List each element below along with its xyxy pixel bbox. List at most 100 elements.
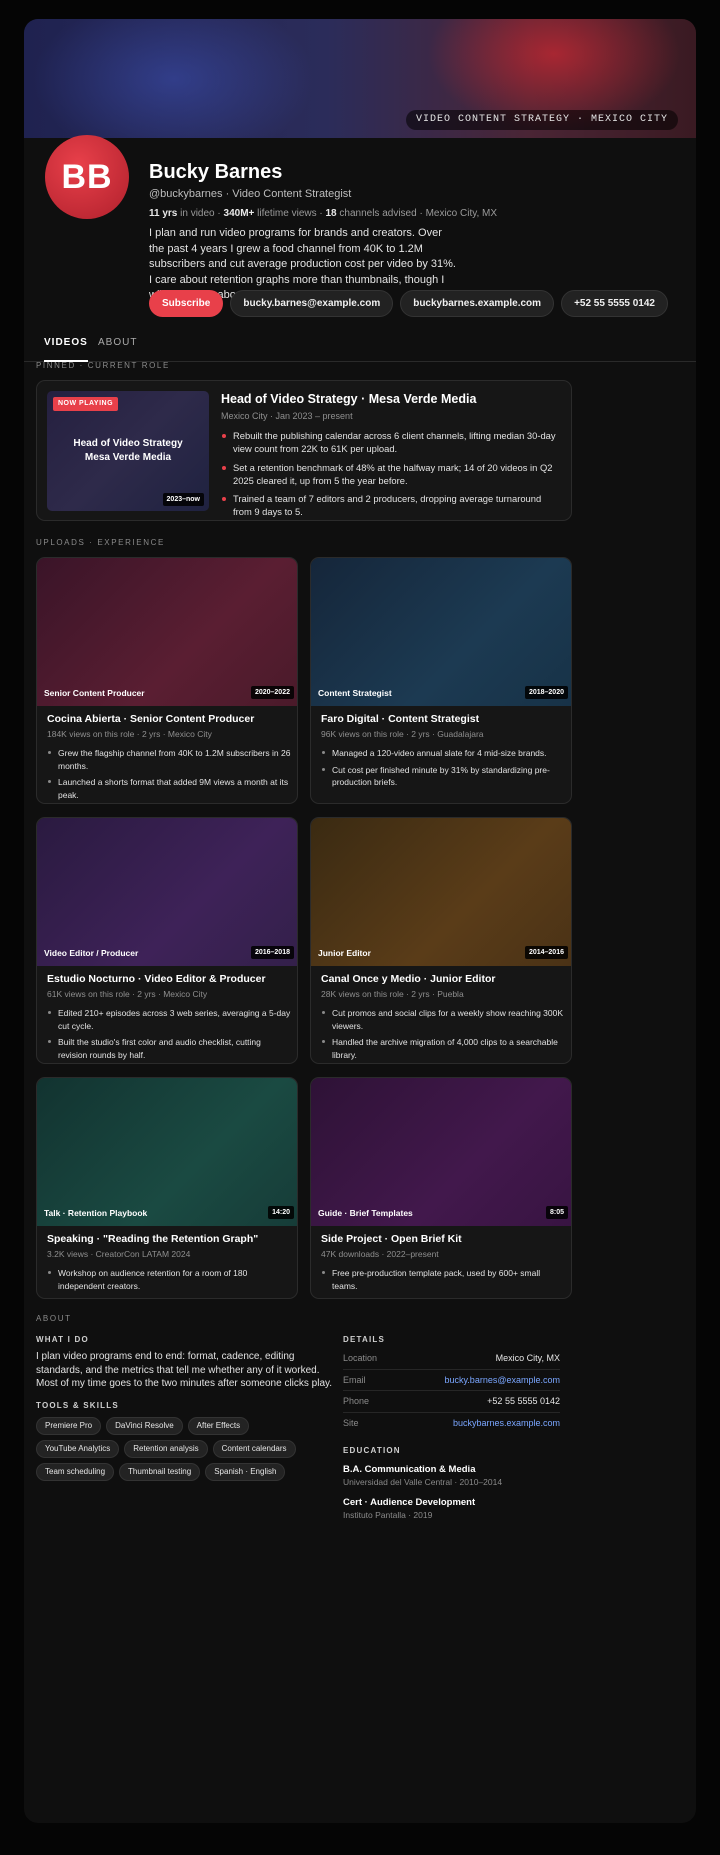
education-meta: Universidad del Valle Central · 2010–201… <box>343 1477 503 1487</box>
skill-chip: YouTube Analytics <box>36 1439 120 1458</box>
skill-chip: Thumbnail testing <box>119 1462 201 1481</box>
site-link[interactable]: buckybarnes.example.com <box>453 1418 560 1428</box>
views-label: lifetime views · <box>254 208 326 219</box>
pinned-video[interactable]: NOW PLAYING Head of Video Strategy Mesa … <box>36 380 572 521</box>
subscribe-button[interactable]: Subscribe <box>149 290 224 317</box>
thumbnail-label: Content Strategist <box>318 688 392 698</box>
duration-badge: 2020–2022 <box>250 686 294 699</box>
video-details: Cocina Abierta · Senior Content Producer… <box>47 712 291 803</box>
thumbnail-label: Talk · Retention Playbook <box>44 1208 148 1218</box>
tab-about[interactable]: ABOUT <box>98 324 137 362</box>
pinned-details: Head of Video Strategy · Mesa Verde Medi… <box>221 391 561 524</box>
video-details: Estudio Nocturno · Video Editor & Produc… <box>47 972 291 1063</box>
site-button[interactable]: buckybarnes.example.com <box>400 290 555 317</box>
profile-handle: @buckybarnes · Video Content Strategist <box>149 188 352 200</box>
phone-button[interactable]: +52 55 5555 0142 <box>561 290 668 317</box>
skill-chip: Content calendars <box>212 1439 296 1458</box>
skill-chip: Team scheduling <box>36 1462 115 1481</box>
video-thumbnail[interactable]: Senior Content Producer 2020–2022 <box>37 558 297 706</box>
thumbnail-title: Head of Video Strategy Mesa Verde Media <box>47 437 209 465</box>
video-card[interactable]: Video Editor / Producer 2016–2018 Estudi… <box>36 817 298 1064</box>
video-card[interactable]: Content Strategist 2018–2020 Faro Digita… <box>310 557 572 804</box>
video-card[interactable]: Guide · Brief Templates 8:05 Side Projec… <box>310 1077 572 1299</box>
bullet-item: Edited 210+ episodes across 3 web series… <box>47 1007 291 1032</box>
video-meta: 184K views on this role · 2 yrs · Mexico… <box>47 729 212 739</box>
bullet-item: Handled the archive migration of 4,000 c… <box>321 1036 565 1061</box>
video-title[interactable]: Speaking · "Reading the Retention Graph" <box>47 1232 291 1246</box>
video-card[interactable]: Talk · Retention Playbook 14:20 Speaking… <box>36 1077 298 1299</box>
video-thumbnail[interactable]: Video Editor / Producer 2016–2018 <box>37 818 297 966</box>
bullet-item: Built the studio's first color and audio… <box>47 1036 291 1061</box>
detail-key: Phone <box>343 1396 370 1407</box>
thumbnail-title-line-2: Mesa Verde Media <box>84 452 172 463</box>
detail-value: Mexico City, MX <box>495 1353 560 1364</box>
detail-value: +52 55 5555 0142 <box>487 1396 560 1407</box>
video-meta: 47K downloads · 2022–present <box>321 1249 439 1259</box>
tab-videos[interactable]: VIDEOS <box>44 324 88 362</box>
pinned-bullets: Rebuilt the publishing calendar across 6… <box>221 429 561 519</box>
email-button[interactable]: bucky.barnes@example.com <box>230 290 394 317</box>
video-details: Faro Digital · Content Strategist 96K vi… <box>321 712 565 793</box>
duration-badge: 2014–2016 <box>524 946 568 959</box>
education-meta: Instituto Pantalla · 2019 <box>343 1510 433 1520</box>
skill-chip: DaVinci Resolve <box>106 1416 183 1435</box>
detail-key: Site <box>343 1418 359 1429</box>
action-row: Subscribe bucky.barnes@example.com bucky… <box>149 290 668 317</box>
video-bullets: Managed a 120-video annual slate for 4 m… <box>321 747 565 789</box>
video-card[interactable]: Senior Content Producer 2020–2022 Cocina… <box>36 557 298 804</box>
thumbnail-title-line-1: Head of Video Strategy <box>73 438 183 449</box>
video-bullets: Edited 210+ episodes across 3 web series… <box>47 1007 291 1061</box>
channels-label: channels advised · Mexico City, MX <box>336 208 498 219</box>
uploads-section-label: UPLOADS · EXPERIENCE <box>36 538 165 547</box>
video-bullets: Cut promos and social clips for a weekly… <box>321 1007 565 1061</box>
video-thumbnail[interactable]: Content Strategist 2018–2020 <box>311 558 571 706</box>
video-title[interactable]: Cocina Abierta · Senior Content Producer <box>47 712 291 726</box>
duration-badge: 14:20 <box>268 1206 294 1219</box>
video-bullets: Workshop on audience retention for a roo… <box>47 1267 291 1292</box>
video-title[interactable]: Faro Digital · Content Strategist <box>321 712 565 726</box>
video-meta: 96K views on this role · 2 yrs · Guadala… <box>321 729 484 739</box>
bullet-item: Managed a 120-video annual slate for 4 m… <box>321 747 565 760</box>
detail-row-email: Email bucky.barnes@example.com <box>343 1370 560 1391</box>
profile-card: VIDEO CONTENT STRATEGY · MEXICO CITY BB … <box>24 19 696 1823</box>
detail-key: Location <box>343 1353 378 1364</box>
skill-chip: Premiere Pro <box>36 1416 102 1435</box>
education-item: Cert · Audience Development Instituto Pa… <box>343 1496 560 1521</box>
education-heading: EDUCATION <box>343 1446 401 1455</box>
details-panel: DETAILS Location Mexico City, MX Email b… <box>343 1335 560 1521</box>
video-title[interactable]: Side Project · Open Brief Kit <box>321 1232 565 1246</box>
thumbnail-label: Video Editor / Producer <box>44 948 139 958</box>
pinned-thumbnail[interactable]: NOW PLAYING Head of Video Strategy Mesa … <box>47 391 209 511</box>
video-thumbnail[interactable]: Guide · Brief Templates 8:05 <box>311 1078 571 1226</box>
avatar: BB <box>45 135 129 219</box>
video-meta: 28K views on this role · 2 yrs · Puebla <box>321 989 464 999</box>
video-details: Side Project · Open Brief Kit 47K downlo… <box>321 1232 565 1296</box>
video-thumbnail[interactable]: Junior Editor 2014–2016 <box>311 818 571 966</box>
bullet-item: Rebuilt the publishing calendar across 6… <box>221 429 561 456</box>
video-title[interactable]: Canal Once y Medio · Junior Editor <box>321 972 565 986</box>
pinned-section-label: PINNED · CURRENT ROLE <box>36 361 170 370</box>
banner-tag: VIDEO CONTENT STRATEGY · MEXICO CITY <box>405 110 678 130</box>
video-card[interactable]: Junior Editor 2014–2016 Canal Once y Med… <box>310 817 572 1064</box>
video-thumbnail[interactable]: Talk · Retention Playbook 14:20 <box>37 1078 297 1226</box>
video-meta: 61K views on this role · 2 yrs · Mexico … <box>47 989 208 999</box>
video-details: Speaking · "Reading the Retention Graph"… <box>47 1232 291 1296</box>
skill-chip: Retention analysis <box>124 1439 208 1458</box>
video-bullets: Grew the flagship channel from 40K to 1.… <box>47 747 291 801</box>
education-item: B.A. Communication & Media Universidad d… <box>343 1463 560 1488</box>
education-title: Cert · Audience Development <box>343 1497 476 1508</box>
profile-info: Bucky Barnes @buckybarnes · Video Conten… <box>149 159 569 304</box>
thumbnail-label: Guide · Brief Templates <box>318 1208 413 1218</box>
thumbnail-label: Senior Content Producer <box>44 688 145 698</box>
detail-row-site: Site buckybarnes.example.com <box>343 1413 560 1435</box>
video-bullets: Free pre-production template pack, used … <box>321 1267 565 1292</box>
tab-bar: VIDEOS ABOUT <box>24 324 696 362</box>
bullet-item: Set a retention benchmark of 48% at the … <box>221 461 561 488</box>
pinned-title[interactable]: Head of Video Strategy · Mesa Verde Medi… <box>221 391 561 408</box>
skill-chip: After Effects <box>187 1416 250 1435</box>
skill-chip: Spanish · English <box>205 1462 286 1481</box>
email-link[interactable]: bucky.barnes@example.com <box>444 1375 560 1385</box>
detail-row-phone: Phone +52 55 5555 0142 <box>343 1391 560 1413</box>
bullet-item: Cut cost per finished minute by 31% by s… <box>321 764 565 789</box>
video-title[interactable]: Estudio Nocturno · Video Editor & Produc… <box>47 972 291 986</box>
